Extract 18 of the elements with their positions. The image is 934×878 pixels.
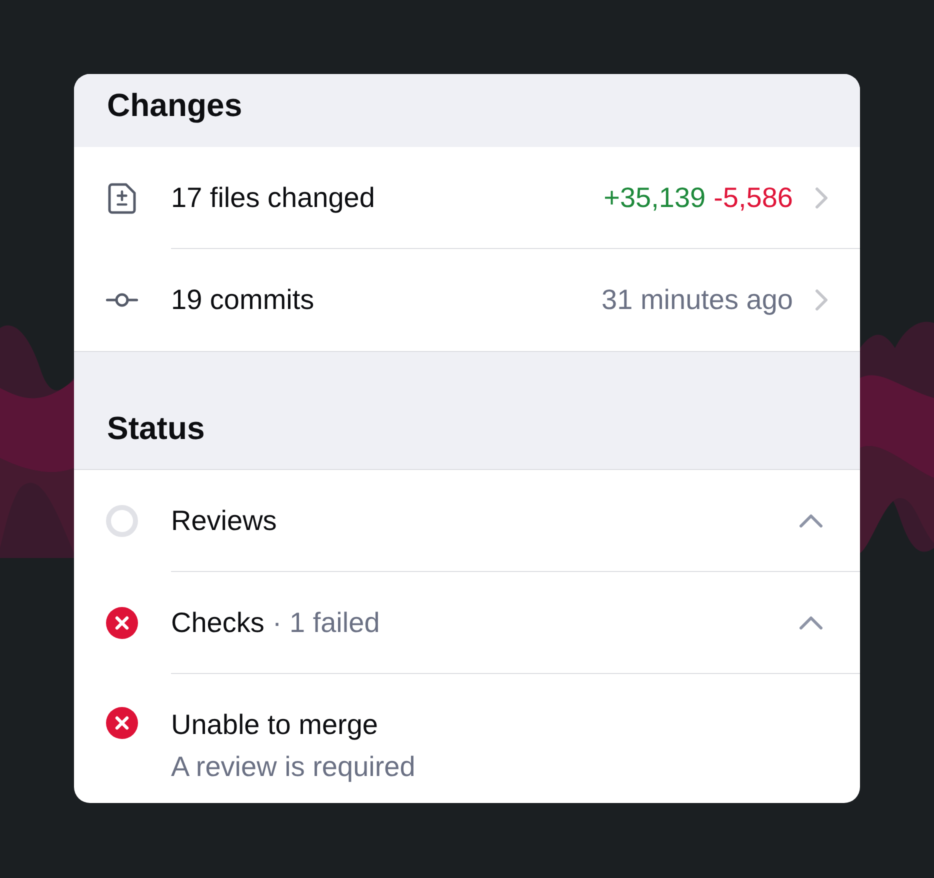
row-label: 17 files changed xyxy=(171,180,375,214)
file-diff-icon xyxy=(108,182,136,214)
chevron-up-icon[interactable] xyxy=(799,616,823,630)
row-label: Unable to merge xyxy=(171,708,378,742)
commit-time: 31 minutes ago xyxy=(602,283,793,317)
additions-count: +35,139 xyxy=(604,180,706,214)
chevron-right-icon[interactable] xyxy=(815,186,828,208)
row-label: Checks xyxy=(171,606,264,640)
chevron-right-icon[interactable] xyxy=(815,289,828,311)
row-label: Reviews xyxy=(171,504,277,538)
commit-icon xyxy=(106,293,138,307)
chevron-up-icon[interactable] xyxy=(799,514,823,528)
section-title: Status xyxy=(107,409,206,447)
row-subtitle: A review is required xyxy=(171,750,416,784)
section-title: Changes xyxy=(107,86,244,124)
row-label: 19 commits xyxy=(171,283,314,317)
row-detail: · 1 failed xyxy=(272,606,380,640)
deletions-count: -5,586 xyxy=(714,180,793,214)
